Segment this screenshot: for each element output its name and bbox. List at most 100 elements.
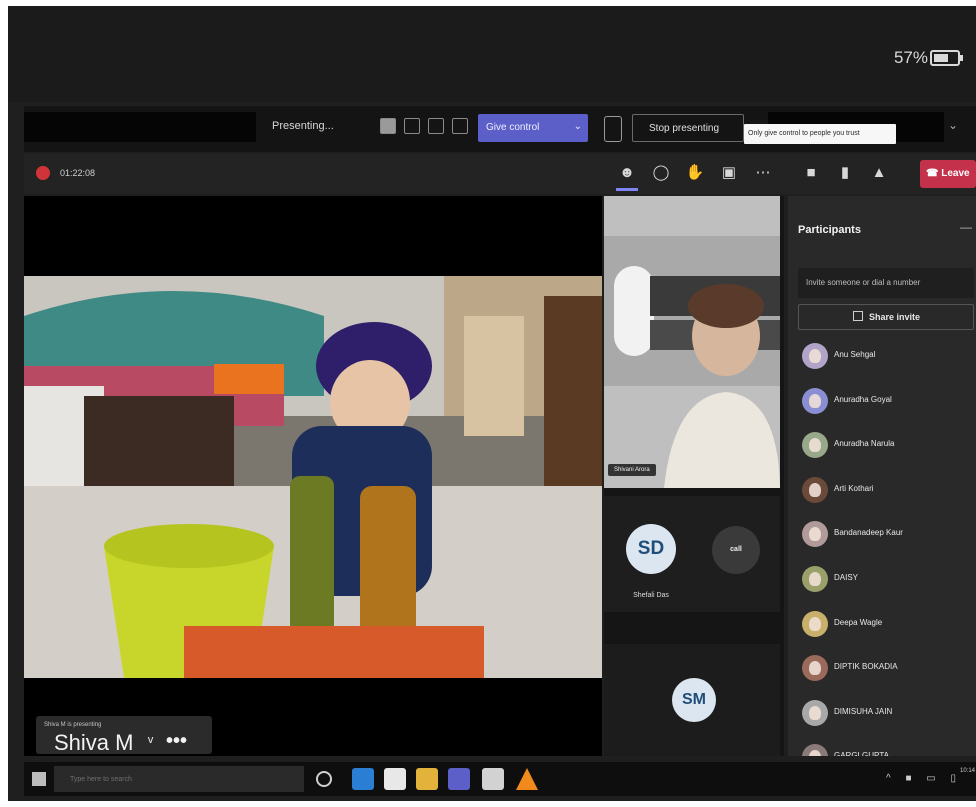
avatar[interactable]: SM (672, 678, 716, 722)
avatar (802, 432, 828, 459)
participant-name: DAISY (834, 573, 859, 582)
chevron-down-icon[interactable]: ⌄ (948, 118, 958, 132)
share-invite-label: Share invite (869, 312, 921, 322)
participant-name: Anuradha Goyal (834, 394, 892, 404)
store-icon[interactable] (384, 768, 406, 790)
active-tab-indicator (616, 188, 638, 191)
share-screen-icon[interactable]: ▲ (868, 162, 890, 184)
share-invite-button[interactable]: Share invite (798, 304, 974, 330)
microphone-icon[interactable]: ▮ (834, 162, 856, 184)
participant-row[interactable]: DIMISUHA JAIN (802, 698, 972, 728)
stop-presenting-label: Stop presenting (649, 123, 720, 134)
pointer-icon[interactable] (452, 118, 468, 134)
pin-icon[interactable] (428, 118, 444, 134)
participant-name: Bandanadeep Kaur (834, 528, 903, 538)
participant-row[interactable]: Anuradha Goyal (802, 386, 972, 416)
avatar (802, 387, 828, 414)
presenting-status: Presenting... (272, 120, 334, 132)
stop-presenting-button[interactable]: Stop presenting (632, 114, 744, 142)
participant-name: Anu Sehgal (834, 350, 876, 359)
participant-name: Deepa Wagle (834, 617, 883, 627)
share-icon (853, 311, 863, 321)
participant-row[interactable]: Bandanadeep Kaur (802, 519, 972, 549)
participant-name: DIPTIK BOKADIA (834, 662, 898, 672)
device-bezel: 57% (8, 6, 976, 102)
avatar-call[interactable]: call (712, 526, 760, 574)
teams-icon[interactable] (448, 768, 470, 790)
chevron-down-icon: ⌄ (573, 121, 582, 132)
teacher-video-illustration (604, 196, 780, 488)
avatar (802, 566, 828, 592)
shared-video-illustration (24, 276, 602, 678)
invite-input[interactable]: Invite someone or dial a number (798, 268, 974, 298)
edge-browser-icon[interactable] (352, 768, 374, 790)
avatar (802, 521, 828, 548)
invite-placeholder: Invite someone or dial a number (806, 278, 921, 287)
leave-button[interactable]: ☎ Leave (920, 160, 976, 188)
video-tiles-column: Shivani Arora SD Shefali Das call SM (604, 196, 784, 756)
battery-percentage: 57% (893, 48, 928, 67)
avatar[interactable]: SD (626, 524, 676, 574)
reactions-icon[interactable]: ✋ (684, 162, 706, 184)
search-placeholder: Type here to search (70, 776, 132, 783)
give-control-tooltip: Only give control to people you trust (744, 124, 896, 144)
meeting-timer: 01:22:08 (60, 168, 96, 178)
more-options-icon[interactable]: ••• (166, 730, 187, 753)
os-taskbar: Type here to search ^ ■ ▭ ▯ 10:14 (24, 762, 976, 796)
camera-icon[interactable]: ■ (800, 162, 822, 184)
microphone-toggle-icon[interactable] (604, 116, 622, 142)
participant-row[interactable]: Anu Sehgal (802, 341, 972, 371)
avatar (802, 699, 828, 726)
shared-screen-stage: Shiva M is presenting Shiva M ᵛ ••• (24, 196, 602, 756)
participant-name: Arti Kothari (834, 483, 874, 493)
taskbar-clock: 10:14 (960, 768, 976, 774)
avatar (802, 655, 828, 682)
chat-icon[interactable]: ◯ (650, 162, 672, 184)
participant-row[interactable]: GARGI GUPTA (802, 742, 972, 756)
close-icon[interactable]: — (960, 220, 972, 234)
video-tile-teacher[interactable]: Shivani Arora (604, 196, 780, 488)
video-tile-avatars: SD Shefali Das call (604, 496, 780, 612)
presenter-caption: Shiva M is presenting (44, 722, 102, 728)
microphone-icon: ᵛ (148, 734, 154, 751)
participant-name-tag: Shivani Arora (608, 464, 656, 476)
task-view-icon[interactable] (316, 771, 332, 787)
rooms-icon[interactable]: ▣ (718, 162, 740, 184)
phone-icon: ☎ (926, 168, 939, 179)
taskbar-search-input[interactable]: Type here to search (54, 766, 304, 792)
participant-name: Anuradha Narula (834, 439, 895, 449)
participants-icon[interactable]: ☻ (616, 162, 638, 184)
presenter-name-overlay: Shiva M is presenting Shiva M ᵛ ••• (36, 716, 212, 755)
shared-video-frame (24, 276, 602, 678)
avatar (802, 744, 828, 756)
leave-label: Leave (941, 168, 970, 179)
participants-panel: Participants — Invite someone or dial a … (788, 196, 976, 756)
participant-row[interactable]: DAISY (802, 564, 972, 594)
battery-icon (930, 50, 963, 66)
give-control-label: Give control (486, 122, 540, 133)
screen-frame: 57% Presenting... Give control ⌄ Stop pr… (8, 6, 976, 801)
participant-row[interactable]: Arti Kothari (802, 475, 972, 505)
participant-name: GARGI GUPTA (834, 751, 889, 756)
participant-row[interactable]: Deepa Wagle (802, 609, 972, 639)
system-tray-icons[interactable]: ^ ■ ▭ ▯ (886, 773, 962, 784)
vlc-icon[interactable] (516, 768, 538, 790)
participant-name-label: Shefali Das (633, 592, 669, 599)
windows-start-icon[interactable] (32, 772, 46, 786)
give-control-button[interactable]: Give control ⌄ (478, 114, 588, 142)
panel-title: Participants (798, 224, 861, 236)
screen-icon[interactable] (380, 118, 396, 134)
presenter-name: Shiva M (54, 730, 134, 755)
participant-row[interactable]: DIPTIK BOKADIA (802, 653, 972, 683)
avatar (802, 343, 828, 369)
more-options-icon[interactable]: ⋯ (752, 162, 774, 184)
redacted-area (24, 112, 256, 142)
recording-icon (36, 166, 50, 180)
video-tile-sm: SM (604, 644, 780, 756)
app-icon[interactable] (482, 768, 504, 790)
participant-row[interactable]: Anuradha Narula (802, 430, 972, 460)
file-explorer-icon[interactable] (416, 768, 438, 790)
avatar (802, 610, 828, 637)
window-icon[interactable] (404, 118, 420, 134)
avatar (802, 476, 828, 503)
